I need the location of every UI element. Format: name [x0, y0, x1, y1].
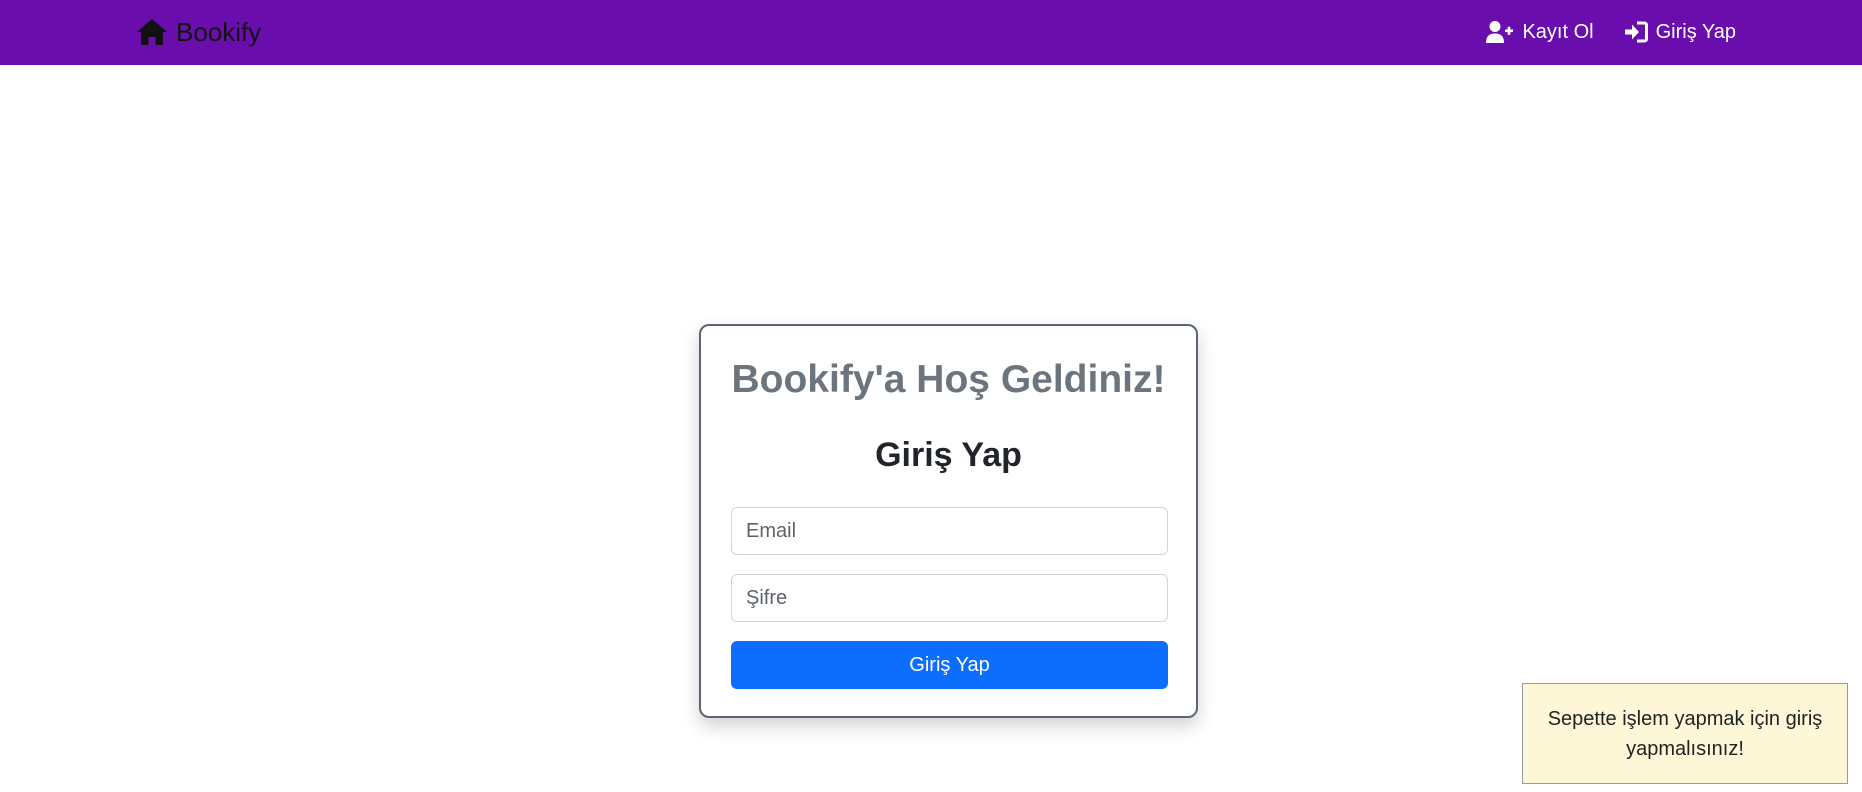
- email-input[interactable]: [731, 507, 1168, 555]
- toast-message: Sepette işlem yapmak için giriş yapmalıs…: [1547, 707, 1823, 760]
- login-submit-button[interactable]: Giriş Yap: [731, 641, 1168, 689]
- login-label: Giriş Yap: [1655, 20, 1736, 43]
- user-plus-icon: [1486, 20, 1514, 44]
- login-card: Bookify'a Hoş Geldiniz! Giriş Yap Giriş …: [699, 324, 1198, 718]
- register-link[interactable]: Kayıt Ol: [1486, 20, 1594, 44]
- login-title: Giriş Yap: [875, 436, 1022, 474]
- welcome-heading: Bookify'a Hoş Geldiniz!: [731, 358, 1166, 401]
- top-navbar: Bookify Kayıt Ol Giriş Yap: [0, 0, 1862, 65]
- password-input[interactable]: [731, 574, 1168, 622]
- register-label: Kayıt Ol: [1522, 20, 1594, 43]
- nav-links: Kayıt Ol Giriş Yap: [1486, 14, 1736, 50]
- brand-name: Bookify: [176, 16, 262, 47]
- login-link[interactable]: Giriş Yap: [1624, 21, 1736, 44]
- login-required-toast: Sepette işlem yapmak için giriş yapmalıs…: [1522, 683, 1848, 784]
- home-icon: [136, 17, 168, 47]
- sign-in-icon: [1624, 21, 1648, 43]
- brand-link[interactable]: Bookify: [136, 14, 261, 50]
